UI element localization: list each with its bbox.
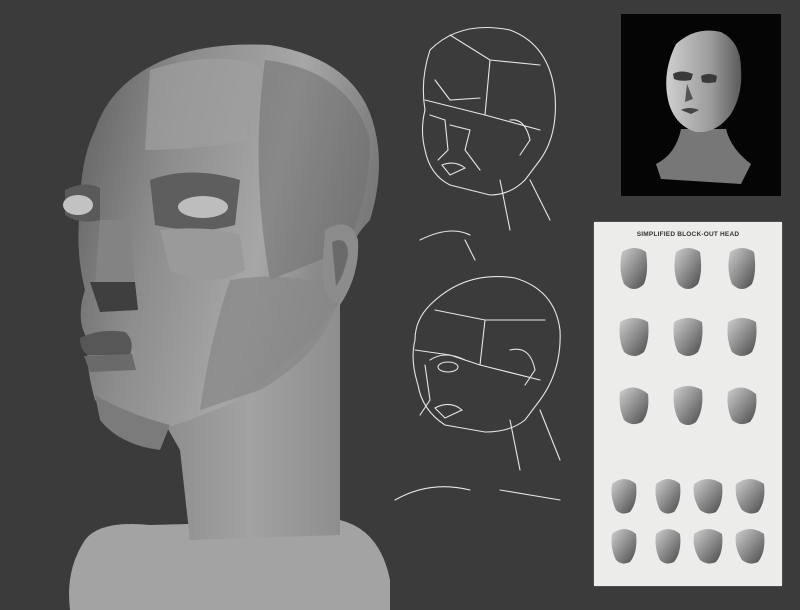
lower-head-sketch xyxy=(394,275,561,501)
sheet-thumbnails xyxy=(611,248,765,564)
head-thumbnail-row-2 xyxy=(619,318,757,356)
head-thumbnail-row-3 xyxy=(619,386,757,425)
reference-sheet: SIMPLIFIED BLOCK-OUT HEAD xyxy=(594,222,782,586)
head-thumbnail-row-1 xyxy=(620,248,756,289)
reference-bust-photo xyxy=(621,14,781,196)
line-sketches xyxy=(394,27,561,501)
bust-render xyxy=(656,30,751,184)
upper-head-sketch xyxy=(419,27,556,261)
skull-thumbnail-row-1 xyxy=(611,479,765,514)
skull-thumbnail-row-2 xyxy=(611,529,765,564)
painted-head-study xyxy=(63,44,390,610)
